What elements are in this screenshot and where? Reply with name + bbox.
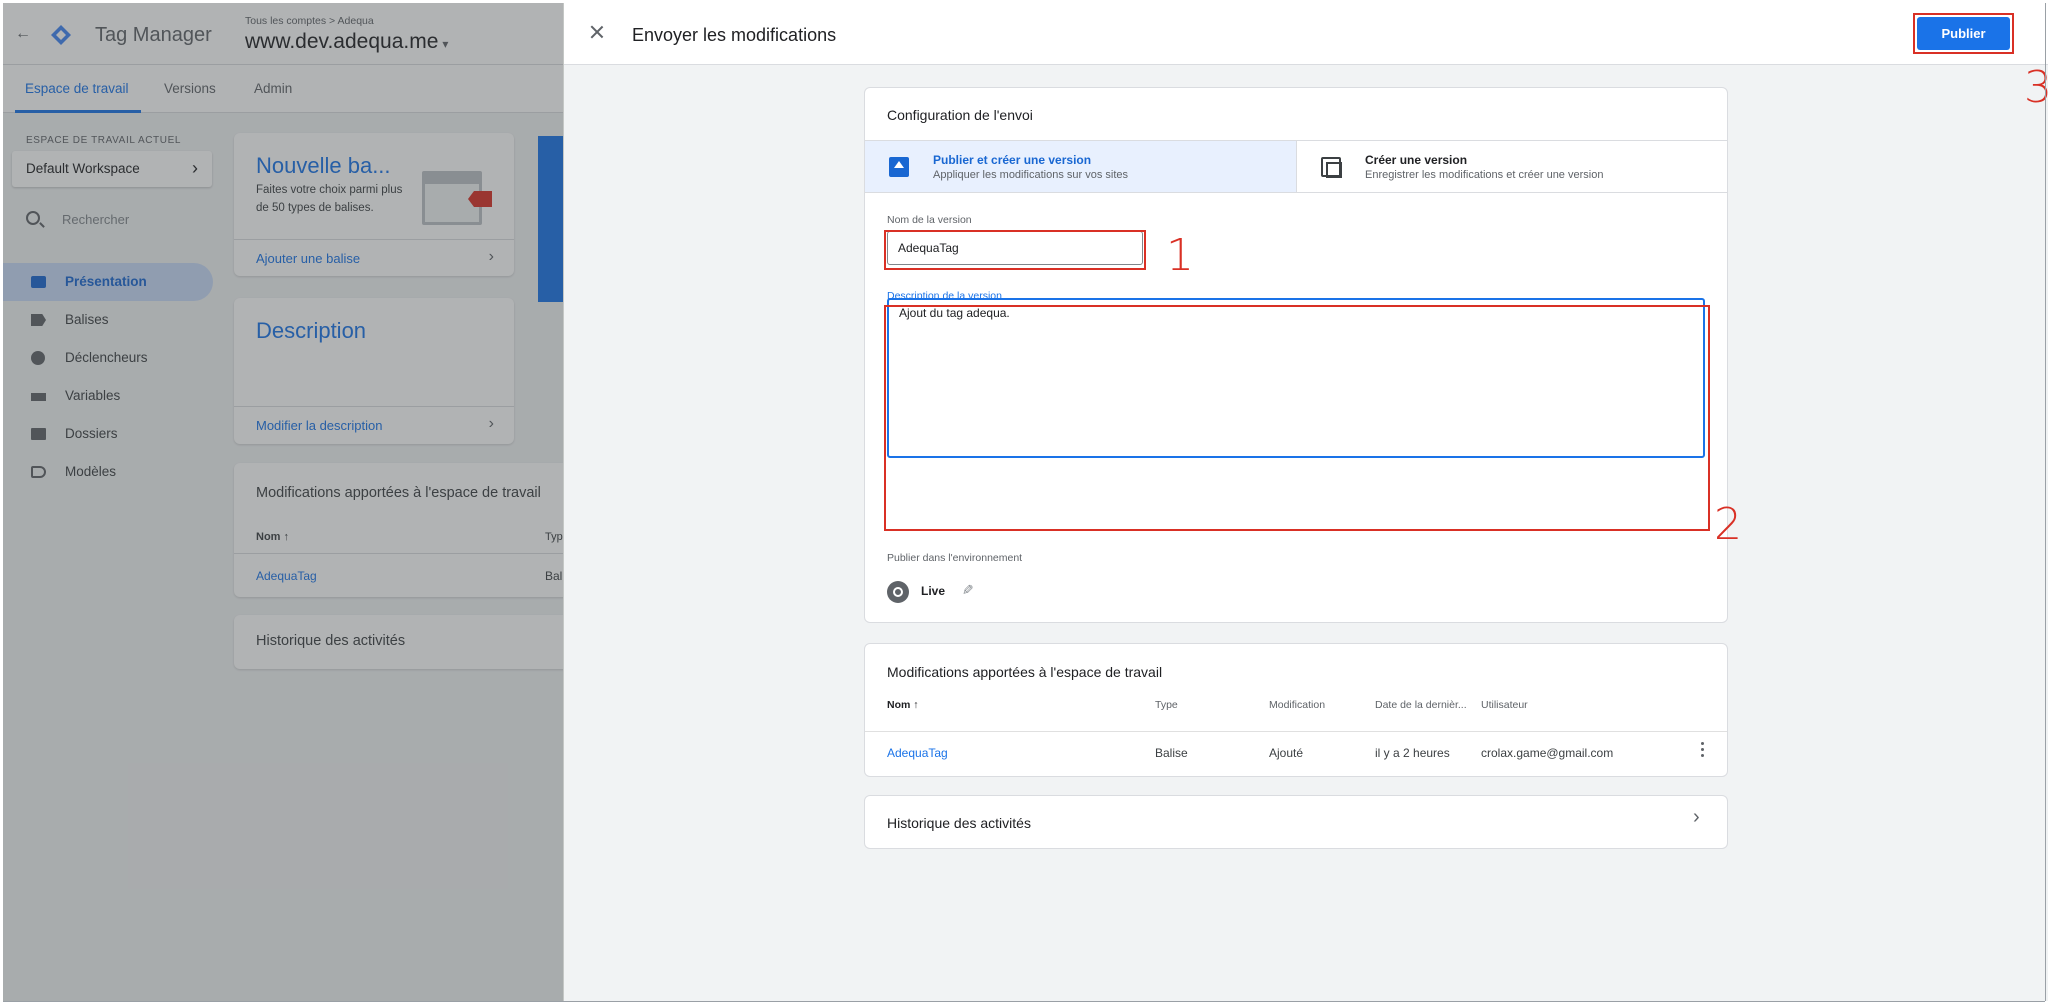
- environment-name: Live: [921, 584, 946, 598]
- table-divider: [865, 731, 1727, 732]
- column-header-date[interactable]: Date de la dernièr...: [1375, 699, 1467, 711]
- column-header-type[interactable]: Type: [1155, 699, 1178, 711]
- live-environment-icon: [887, 581, 909, 603]
- row-name[interactable]: AdequaTag: [887, 746, 948, 760]
- annotation-number-2: 2: [1714, 499, 1742, 550]
- workspace-changes-table-card: Modifications apportées à l'espace de tr…: [864, 643, 1728, 777]
- option-title: Publier et créer une version: [933, 153, 1092, 167]
- option-title: Créer une version: [1365, 153, 1468, 167]
- version-name-input[interactable]: [887, 231, 1143, 265]
- chevron-right-icon: ›: [1693, 806, 1700, 828]
- panel-title: Envoyer les modifications: [632, 25, 837, 45]
- version-description-textarea[interactable]: Ajout du tag adequa.: [887, 298, 1705, 458]
- environment-label: Publier dans l'environnement: [887, 552, 1023, 564]
- option-create-version[interactable]: Créer une version Enregistrer les modifi…: [1296, 140, 1727, 193]
- close-icon[interactable]: [588, 23, 606, 41]
- row-type: Balise: [1155, 746, 1188, 760]
- publish-button[interactable]: Publier: [1917, 17, 2010, 50]
- option-description: Appliquer les modifications sur vos site…: [933, 169, 1129, 181]
- column-header-user[interactable]: Utilisateur: [1481, 699, 1528, 711]
- column-header-name[interactable]: Nom ↑: [887, 699, 919, 711]
- pencil-edit-icon[interactable]: ✎: [958, 584, 975, 596]
- history-title: Historique des activités: [887, 815, 1031, 831]
- copy-version-icon: [1321, 157, 1342, 178]
- changes-table-title: Modifications apportées à l'espace de tr…: [887, 664, 1163, 680]
- column-header-modification[interactable]: Modification: [1269, 699, 1325, 711]
- frame-border-bottom: [3, 1001, 2045, 1002]
- frame-border-right: [2045, 3, 2046, 1001]
- option-description: Enregistrer les modifications et créer u…: [1365, 169, 1604, 181]
- submission-config-card: Configuration de l'envoi Publier et crée…: [864, 87, 1728, 623]
- submit-changes-panel: Envoyer les modifications Publier Config…: [563, 3, 2048, 1001]
- annotation-number-1: 1: [1166, 230, 1194, 281]
- option-publish-and-version[interactable]: Publier et créer une version Appliquer l…: [865, 140, 1296, 193]
- more-options-icon[interactable]: [1695, 740, 1709, 760]
- publish-upload-icon: [889, 157, 909, 177]
- modal-scrim[interactable]: [3, 3, 563, 1001]
- config-title: Configuration de l'envoi: [887, 107, 1033, 123]
- version-name-label: Nom de la version: [887, 214, 972, 226]
- row-user: crolax.game@gmail.com: [1481, 746, 1614, 760]
- row-date: il y a 2 heures: [1375, 746, 1450, 760]
- row-modification: Ajouté: [1269, 746, 1304, 760]
- screenshot-canvas: ← Tag Manager Tous les comptes > Adequa …: [0, 0, 2048, 1008]
- panel-header: Envoyer les modifications Publier: [564, 3, 2048, 65]
- activity-history-row[interactable]: Historique des activités ›: [864, 795, 1728, 849]
